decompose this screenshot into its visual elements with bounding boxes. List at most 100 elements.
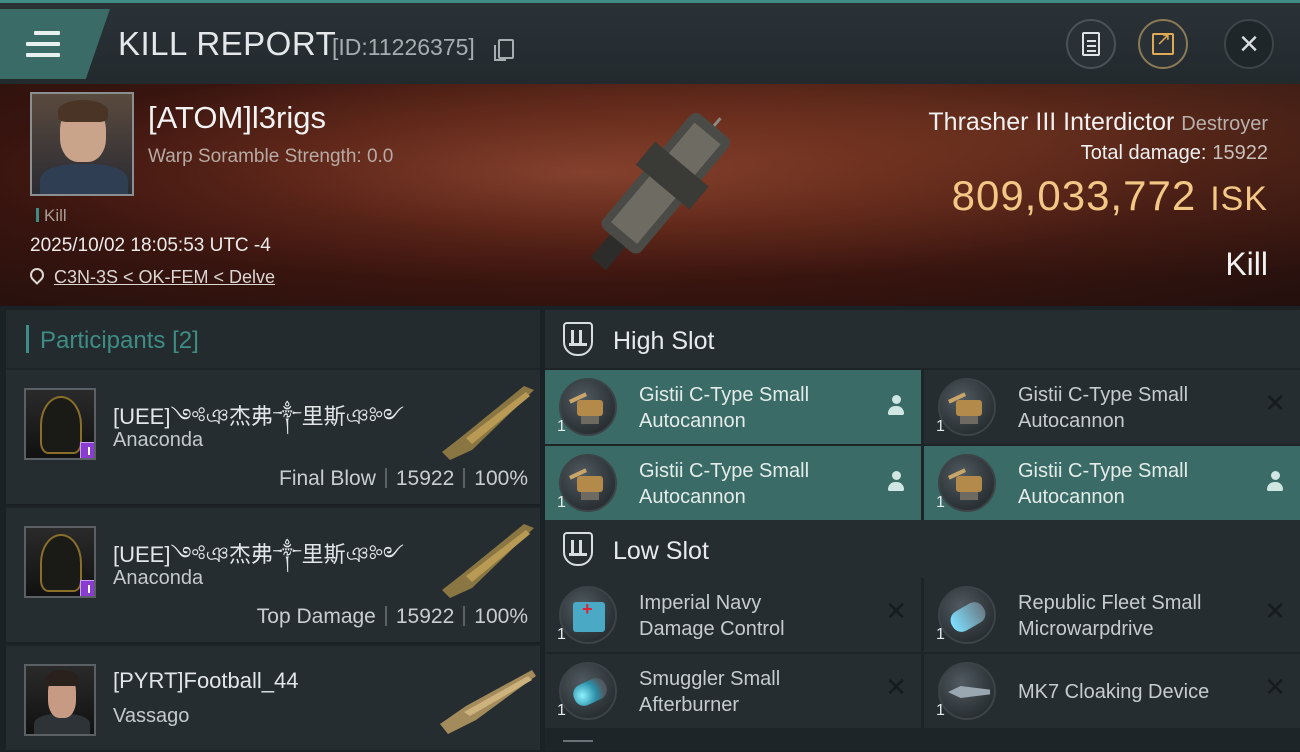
module-item[interactable]: 1 Imperial NavyDamage Control ✕ [545,578,921,652]
participant-percent: 100% [474,605,528,628]
share-button[interactable] [1138,19,1188,69]
module-name: Gistii C-Type Small Autocannon [639,384,810,432]
autocannon-icon [938,454,996,512]
destroyed-x-icon: ✕ [1264,596,1286,626]
participant-avatar[interactable] [24,664,96,736]
participant-ship: Anaconda [113,429,204,451]
report-id: [ID:11226375] [332,34,475,60]
victim-avatar[interactable] [30,92,134,196]
isk-amount: 809,033,772 [951,172,1197,219]
participant-ship: Vassago [113,705,190,727]
close-icon: × [1239,25,1259,63]
kill-tag: Kill [36,206,67,226]
close-button[interactable]: × [1224,19,1274,69]
page-title: KILL REPORT [118,25,337,62]
module-name: Smuggler Small Afterburner [639,668,781,716]
clipboard-button[interactable] [1066,19,1116,69]
module-name: MK7 Cloaking Device [1018,681,1210,703]
module-item[interactable]: 1 Republic Fleet Small Microwarpdrive ✕ [924,578,1300,652]
copy-icon[interactable] [494,39,514,61]
module-qty: 1 [557,702,566,719]
participant-percent: 100% [474,467,528,490]
menu-button[interactable] [0,9,110,79]
module-name: Imperial Navy Damage Control [639,592,785,640]
module-item[interactable]: 1 Gistii C-Type Small Autocannon [545,370,921,444]
kill-datetime: 2025/10/02 18:05:53 UTC -4 [30,235,271,256]
participants-count: [2] [172,327,199,354]
participant-role: Top Damage [256,605,376,628]
destroyed-x-icon: ✕ [885,596,907,626]
microwarpdrive-icon [938,586,996,644]
module-item[interactable]: 1 Smuggler Small Afterburner ✕ [545,654,921,728]
module-qty: 1 [557,626,566,643]
victim-ship-class: Thrasher III Interdictor Destroyer [928,108,1268,137]
module-name: Gistii C-Type Small Autocannon [1018,460,1189,508]
module-qty: 1 [557,494,566,511]
warp-scramble-strength: Warp Soramble Strength: 0.0 [148,146,394,167]
module-name: Republic Fleet Small Microwarpdrive [1018,592,1202,640]
ship-category: Destroyer [1181,113,1268,135]
rank-badge-icon [80,580,94,596]
kill-location[interactable]: C3N-3S < OK-FEM < Delve [27,265,275,288]
victim-pilot-name[interactable]: [ATOM]l3rigs [148,100,326,136]
module-item[interactable]: 1 Gistii C-Type Small Autocannon [924,446,1300,520]
victim-ship-image [590,113,730,271]
autocannon-icon [938,378,996,436]
module-item[interactable]: 1 MK7 Cloaking Device ✕ [924,654,1300,728]
ship-name[interactable]: Thrasher III Interdictor [928,108,1174,136]
participant-stats: Final Blow 15922 100% [279,467,528,491]
destroyed-x-icon: ✕ [885,672,907,702]
module-qty: 1 [936,702,945,719]
participant-damage: 15922 [395,605,455,628]
participants-header: Participants [2] [6,310,540,368]
hamburger-icon [26,31,60,64]
autocannon-icon [559,454,617,512]
pilot-icon [1266,471,1284,493]
title-bar: KILL REPORT [ID:11226375] × [0,0,1300,84]
low-slot-label: Low Slot [613,537,709,565]
participants-title: Participants [2] [40,327,199,355]
participant-ship-image [442,386,534,460]
participant-avatar[interactable] [24,526,96,598]
autocannon-icon [559,378,617,436]
participants-panel: Participants [2] [UEE]༺ঞ杰弗༒里斯ঞ༻ Anaconda… [6,310,540,750]
participant-row[interactable]: [UEE]༺ঞ杰弗༒里斯ঞ༻ Anaconda Final Blow 15922 1… [6,370,540,506]
cloaking-device-icon [938,662,996,720]
high-slot-header: High Slot [545,310,1300,368]
share-icon [1152,29,1174,55]
participant-row[interactable]: [PYRT]Football_44 Vassago [6,646,540,750]
participant-name: [PYRT]Football_44 [113,668,299,693]
module-qty: 1 [936,418,945,435]
participants-label: Participants [40,327,166,354]
module-item[interactable]: 1 Gistii C-Type Small Autocannon [545,446,921,520]
total-damage: Total damage: 15922 [1081,142,1268,165]
rank-badge-icon [80,442,94,458]
participant-role: Final Blow [279,467,376,490]
module-qty: 1 [936,626,945,643]
location-link[interactable]: C3N-3S < OK-FEM < Delve [54,267,275,287]
isk-value: 809,033,772 ISK [952,172,1268,220]
participant-ship: Anaconda [113,567,204,589]
victim-banner: [ATOM]l3rigs Warp Soramble Strength: 0.0… [0,84,1300,306]
participant-damage: 15922 [395,467,455,490]
participant-ship-image [440,670,536,734]
clipboard-icon [1082,32,1100,56]
result-label: Kill [1225,246,1268,282]
high-slot-icon [563,322,593,356]
mid-slot-icon [563,740,593,752]
participant-row[interactable]: [UEE]༺ঞ杰弗༒里斯ঞ༻ Anaconda Top Damage 15922 1… [6,508,540,644]
participant-stats: Top Damage 15922 100% [257,605,528,629]
module-item[interactable]: 1 Gistii C-Type Small Autocannon ✕ [924,370,1300,444]
destroyed-x-icon: ✕ [1264,388,1286,418]
participant-avatar[interactable] [24,388,96,460]
destroyed-x-icon: ✕ [1264,672,1286,702]
module-qty: 1 [557,418,566,435]
isk-unit: ISK [1210,180,1268,218]
low-slot-icon [563,532,593,566]
total-damage-value: 15922 [1212,142,1268,164]
pilot-icon [887,395,905,417]
module-name: Gistii C-Type Small Autocannon [1018,384,1189,432]
damage-control-icon [559,586,617,644]
high-slot-label: High Slot [613,327,715,355]
low-slot-header: Low Slot [545,520,1300,578]
